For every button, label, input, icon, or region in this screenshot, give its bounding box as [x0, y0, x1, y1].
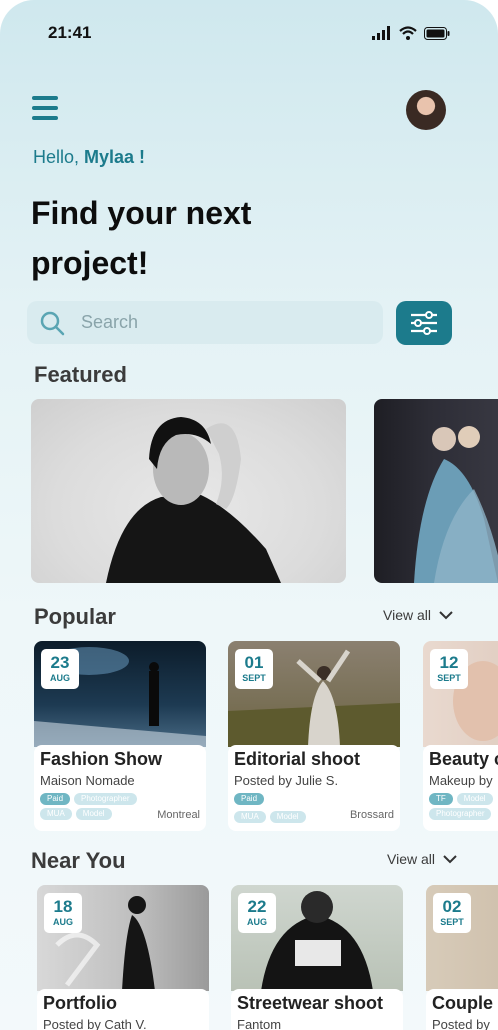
featured-card-1[interactable] [31, 399, 346, 583]
tag: Paid [40, 793, 71, 805]
battery-icon [424, 26, 450, 40]
card-body: Beauty c Makeup by TF Model Photographer [423, 745, 498, 831]
date-month: SEPT [242, 673, 266, 683]
status-bar: 21:41 [48, 20, 450, 46]
signal-icon [372, 26, 390, 40]
popular-card-2[interactable]: 01 SEPT Editorial shoot Posted by Julie S… [228, 641, 400, 831]
popular-view-all[interactable]: View all [383, 607, 453, 623]
popular-title: Popular [34, 604, 116, 629]
card-subtitle: Posted by [432, 1017, 490, 1030]
tag: Photographer [429, 808, 492, 820]
card-subtitle: Fantom [237, 1017, 282, 1030]
featured-photo-1 [106, 417, 281, 583]
near-card-2[interactable]: 22 AUG Streetwear shoot Fantom [231, 885, 403, 1030]
date-badge: 12 SEPT [430, 649, 468, 689]
date-month: AUG [247, 917, 267, 927]
avatar[interactable] [406, 90, 446, 130]
wifi-icon [399, 26, 417, 40]
date-day: 18 [53, 897, 73, 916]
date-month: SEPT [437, 673, 461, 683]
card-subtitle: Posted by Cath V. [43, 1017, 147, 1030]
date-badge: 23 AUG [41, 649, 79, 689]
featured-title: Featured [34, 362, 127, 387]
menu-icon[interactable] [32, 96, 58, 120]
near-you-title: Near You [31, 848, 126, 873]
date-badge: 18 AUG [44, 893, 82, 933]
page-title: Find your next project! [31, 195, 252, 281]
date-day: 02 [442, 897, 462, 916]
card-body: Editorial shoot Posted by Julie S. Paid … [228, 745, 400, 831]
card-title: Beauty c [429, 749, 498, 769]
popular-card-3[interactable]: 12 SEPT Beauty c Makeup by TF Model Photo… [423, 641, 498, 831]
tag: MUA [40, 808, 72, 820]
featured-photo-2 [414, 426, 498, 583]
date-day: 22 [247, 897, 267, 916]
search-icon [40, 311, 65, 335]
chevron-down-icon [439, 610, 453, 619]
date-badge: 01 SEPT [235, 649, 273, 689]
card-title: Couple [432, 993, 493, 1013]
card-title: Editorial shoot [234, 749, 360, 769]
tag: MUA [234, 811, 266, 823]
status-icons [372, 26, 450, 40]
card-subtitle: Makeup by [429, 773, 493, 788]
date-badge: 02 SEPT [433, 893, 471, 933]
date-day: 23 [50, 653, 70, 672]
near-you-view-all[interactable]: View all [387, 851, 457, 867]
tag-list: Paid MUA Model [234, 793, 364, 823]
tag: Paid [234, 793, 265, 805]
status-time: 21:41 [48, 23, 92, 42]
tag: Photographer [74, 793, 137, 805]
featured-card-2[interactable] [374, 399, 498, 583]
greeting: Hello, Mylaa ! [33, 147, 145, 168]
card-subtitle: Maison Nomade [40, 773, 135, 788]
greeting-name: Mylaa ! [84, 147, 146, 167]
tag-list: TF Model Photographer [429, 793, 498, 820]
card-body: Fashion Show Maison Nomade Paid Photogra… [34, 745, 206, 831]
search-input[interactable] [79, 311, 363, 334]
greeting-prefix: Hello, [33, 147, 85, 167]
date-month: SEPT [440, 917, 464, 927]
tag: TF [429, 793, 453, 805]
popular-card-1[interactable]: 23 AUG Fashion Show Maison Nomade Paid Ph… [34, 641, 206, 831]
view-all-label: View all [387, 851, 435, 867]
date-day: 12 [439, 653, 459, 672]
tag: Model [269, 811, 306, 823]
search-bar[interactable] [27, 301, 383, 344]
filter-icon [411, 311, 437, 335]
tag: Model [456, 793, 493, 805]
card-subtitle: Posted by Julie S. [234, 773, 339, 788]
view-all-label: View all [383, 607, 431, 623]
tag-list: Paid Photographer MUA Model [40, 793, 170, 820]
card-title: Portfolio [43, 993, 117, 1013]
app-screen: 21:41 Hello, Mylaa ! Find your next proj… [0, 0, 498, 1030]
card-title: Streetwear shoot [237, 993, 384, 1013]
near-card-3[interactable]: 02 SEPT Couple Posted by [426, 885, 498, 1030]
date-badge: 22 AUG [238, 893, 276, 933]
date-month: AUG [53, 917, 73, 927]
card-body: Portfolio Posted by Cath V. [37, 989, 209, 1030]
tag: Model [75, 808, 112, 820]
chevron-down-icon [443, 854, 457, 863]
card-body: Streetwear shoot Fantom [231, 989, 403, 1030]
card-title: Fashion Show [40, 749, 163, 769]
near-card-1[interactable]: 18 AUG Portfolio Posted by Cath V. [37, 885, 209, 1030]
card-city: Montreal [157, 809, 200, 821]
card-body: Couple Posted by [426, 989, 498, 1030]
card-city: Brossard [349, 809, 394, 821]
date-month: AUG [50, 673, 70, 683]
date-day: 01 [244, 653, 264, 672]
filter-button[interactable] [396, 301, 452, 345]
